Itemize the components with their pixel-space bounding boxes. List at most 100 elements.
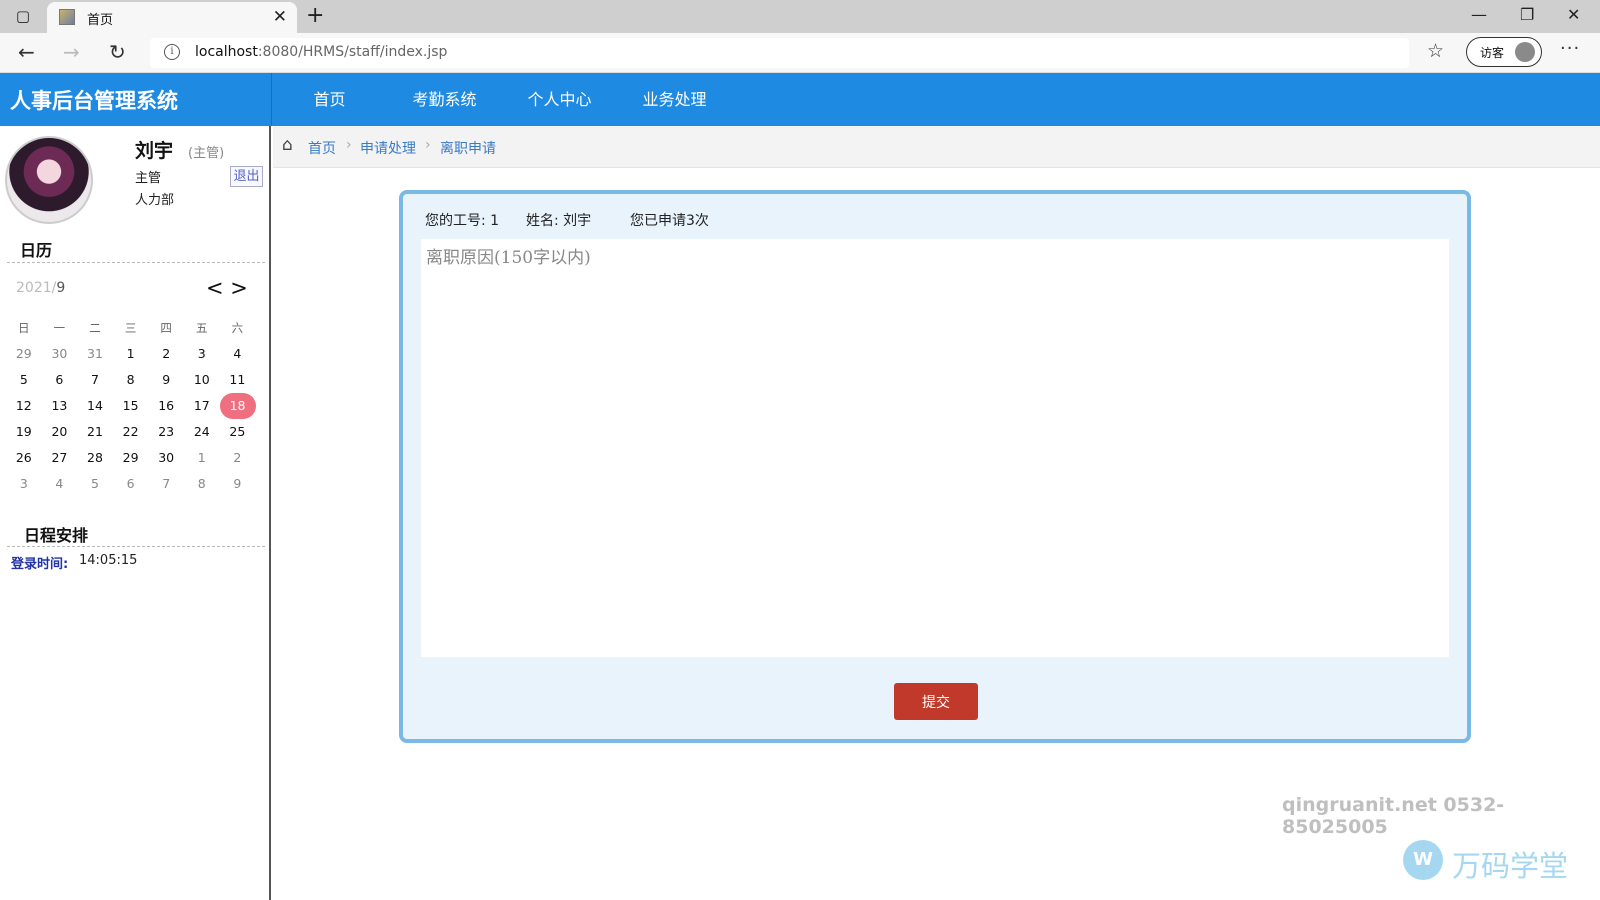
home-icon[interactable]: ⌂ bbox=[282, 135, 293, 155]
calendar-day[interactable]: 22 bbox=[113, 419, 149, 445]
calendar-nav: < > bbox=[206, 276, 248, 300]
apply-count: 您已申请3次 bbox=[630, 213, 709, 229]
nav-personal-center[interactable]: 个人中心 bbox=[502, 73, 617, 126]
calendar-day[interactable]: 27 bbox=[42, 445, 78, 471]
breadcrumb-separator: › bbox=[425, 137, 431, 153]
calendar-day[interactable]: 7 bbox=[77, 367, 113, 393]
divider bbox=[7, 262, 265, 263]
breadcrumb-resignation[interactable]: 离职申请 bbox=[440, 138, 496, 158]
new-tab-icon[interactable]: + bbox=[306, 3, 324, 28]
submit-button[interactable]: 提交 bbox=[894, 683, 978, 720]
user-role-tag: (主管) bbox=[188, 146, 225, 161]
calendar-day[interactable]: 19 bbox=[6, 419, 42, 445]
calendar-day[interactable]: 3 bbox=[184, 341, 220, 367]
user-role: 主管 bbox=[135, 171, 162, 186]
calendar-day[interactable]: 8 bbox=[184, 471, 220, 497]
calendar-day[interactable]: 4 bbox=[42, 471, 78, 497]
calendar-day[interactable]: 2 bbox=[220, 445, 256, 471]
calendar-day[interactable]: 21 bbox=[77, 419, 113, 445]
sidebar: 刘宇 (主管) 主管 人力部 退出 日历 2021/9 < > 日一二三四五六 … bbox=[0, 126, 271, 900]
logout-button[interactable]: 退出 bbox=[230, 166, 263, 187]
url-field[interactable]: i localhost:8080/HRMS/staff/index.jsp bbox=[150, 38, 1409, 68]
divider bbox=[7, 546, 265, 547]
calendar-next-button[interactable]: > bbox=[230, 276, 248, 300]
minimize-icon[interactable]: — bbox=[1471, 5, 1487, 24]
calendar-day[interactable]: 23 bbox=[148, 419, 184, 445]
favorites-icon[interactable]: ☆ bbox=[1427, 40, 1444, 62]
calendar-day[interactable]: 13 bbox=[42, 393, 78, 419]
calendar-day[interactable]: 25 bbox=[220, 419, 256, 445]
calendar-day[interactable]: 2 bbox=[148, 341, 184, 367]
address-bar: ← → ↻ i localhost:8080/HRMS/staff/index.… bbox=[0, 33, 1600, 73]
calendar-day[interactable]: 17 bbox=[184, 393, 220, 419]
calendar-day[interactable]: 6 bbox=[113, 471, 149, 497]
calendar-day[interactable]: 28 bbox=[77, 445, 113, 471]
breadcrumb-home[interactable]: 首页 bbox=[308, 138, 336, 158]
calendar-prev-button[interactable]: < bbox=[206, 276, 224, 300]
calendar-day[interactable]: 10 bbox=[184, 367, 220, 393]
calendar-weekday: 四 bbox=[160, 321, 172, 335]
calendar-day[interactable]: 15 bbox=[113, 393, 149, 419]
nav-home[interactable]: 首页 bbox=[272, 73, 387, 126]
calendar-day[interactable]: 4 bbox=[220, 341, 256, 367]
nav-business[interactable]: 业务处理 bbox=[617, 73, 732, 126]
calendar-today[interactable]: 18 bbox=[219, 393, 256, 419]
calendar-day[interactable]: 1 bbox=[113, 341, 149, 367]
calendar-day[interactable]: 8 bbox=[113, 367, 149, 393]
calendar-day[interactable]: 14 bbox=[77, 393, 113, 419]
calendar-day[interactable]: 7 bbox=[148, 471, 184, 497]
calendar-day[interactable]: 12 bbox=[6, 393, 42, 419]
calendar-week-row: 12 13 14 15 16 17 18 bbox=[6, 393, 264, 419]
profile-button[interactable]: 访客 bbox=[1466, 37, 1542, 67]
calendar-day[interactable]: 5 bbox=[77, 471, 113, 497]
restore-icon[interactable]: ❐ bbox=[1520, 5, 1534, 24]
calendar-day[interactable]: 29 bbox=[113, 445, 149, 471]
calendar-day[interactable]: 26 bbox=[6, 445, 42, 471]
avatar bbox=[5, 136, 93, 224]
calendar-week-row: 3456789 bbox=[6, 471, 264, 497]
tab-actions-icon[interactable]: ▢ bbox=[14, 7, 32, 25]
brand-logo-icon: W bbox=[1403, 840, 1443, 880]
favicon-icon bbox=[59, 9, 75, 25]
login-time-label: 登录时间: bbox=[11, 557, 69, 572]
calendar-day[interactable]: 16 bbox=[148, 393, 184, 419]
nav-attendance[interactable]: 考勤系统 bbox=[387, 73, 502, 126]
calendar-day[interactable]: 5 bbox=[6, 367, 42, 393]
calendar-day[interactable]: 1 bbox=[184, 445, 220, 471]
user-department: 人力部 bbox=[135, 193, 175, 208]
browser-tab[interactable]: 首页 ✕ bbox=[47, 2, 297, 33]
login-time-value: 14:05:15 bbox=[79, 553, 138, 568]
calendar-day[interactable]: 30 bbox=[42, 341, 78, 367]
calendar-weekday: 一 bbox=[53, 321, 66, 335]
back-icon[interactable]: ← bbox=[18, 40, 35, 64]
watermark-contact: qingruanit.net 0532-85025005 bbox=[1282, 794, 1505, 838]
calendar-day[interactable]: 30 bbox=[148, 445, 184, 471]
calendar-week-row: 19 20 21 22 23 24 25 bbox=[6, 419, 264, 445]
tab-close-icon[interactable]: ✕ bbox=[273, 7, 287, 27]
browser-tab-bar: ▢ 首页 ✕ + — ❐ ✕ bbox=[0, 0, 1600, 33]
calendar-day[interactable]: 29 bbox=[6, 341, 42, 367]
calendar-day[interactable]: 6 bbox=[42, 367, 78, 393]
employee-id: 您的工号: 1 bbox=[425, 213, 500, 229]
url-text: localhost:8080/HRMS/staff/index.jsp bbox=[195, 44, 448, 60]
calendar-weekday: 二 bbox=[89, 321, 101, 335]
resignation-form: 您的工号: 1 姓名: 刘宇 您已申请3次 提交 bbox=[399, 190, 1471, 743]
calendar-day[interactable]: 31 bbox=[77, 341, 113, 367]
calendar-grid: 日一二三四五六 29 30 31 1 2 3 4 5 6 7 8 9 10 11 12 13 14 15 16 17 1… bbox=[6, 315, 264, 497]
breadcrumb-apply[interactable]: 申请处理 bbox=[360, 138, 416, 158]
calendar-day[interactable]: 20 bbox=[42, 419, 78, 445]
calendar-day[interactable]: 3 bbox=[6, 471, 42, 497]
forward-icon[interactable]: → bbox=[63, 40, 80, 64]
calendar-weekday: 日 bbox=[18, 321, 30, 335]
calendar-day[interactable]: 11 bbox=[220, 367, 256, 393]
calendar-day[interactable]: 9 bbox=[148, 367, 184, 393]
profile-avatar-icon bbox=[1515, 42, 1535, 62]
more-menu-icon[interactable]: ··· bbox=[1560, 38, 1580, 59]
reload-icon[interactable]: ↻ bbox=[109, 40, 126, 64]
calendar-day[interactable]: 9 bbox=[220, 471, 256, 497]
reason-textarea[interactable] bbox=[421, 239, 1449, 657]
window-close-icon[interactable]: ✕ bbox=[1567, 5, 1580, 24]
site-info-icon[interactable]: i bbox=[164, 44, 180, 60]
schedule-title: 日程安排 bbox=[24, 526, 89, 545]
calendar-day[interactable]: 24 bbox=[184, 419, 220, 445]
